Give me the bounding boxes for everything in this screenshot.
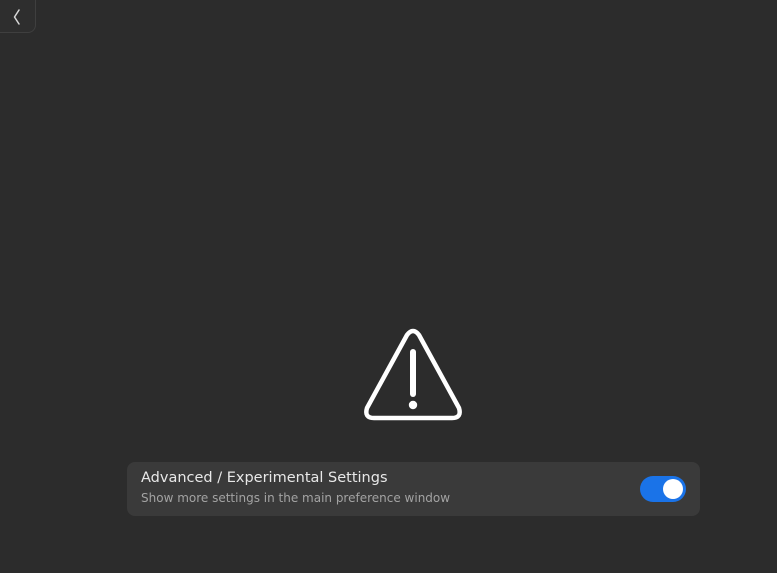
preferences-page: Advanced / Experimental Settings Show mo… (0, 0, 777, 573)
advanced-settings-row[interactable]: Advanced / Experimental Settings Show mo… (127, 462, 700, 516)
back-button[interactable] (0, 0, 36, 33)
warning-icon (363, 328, 463, 422)
chevron-left-icon (13, 3, 22, 25)
advanced-settings-subtitle: Show more settings in the main preferenc… (141, 491, 451, 505)
toggle-knob (663, 479, 683, 499)
advanced-settings-title: Advanced / Experimental Settings (141, 470, 388, 486)
advanced-settings-toggle[interactable] (640, 476, 686, 502)
